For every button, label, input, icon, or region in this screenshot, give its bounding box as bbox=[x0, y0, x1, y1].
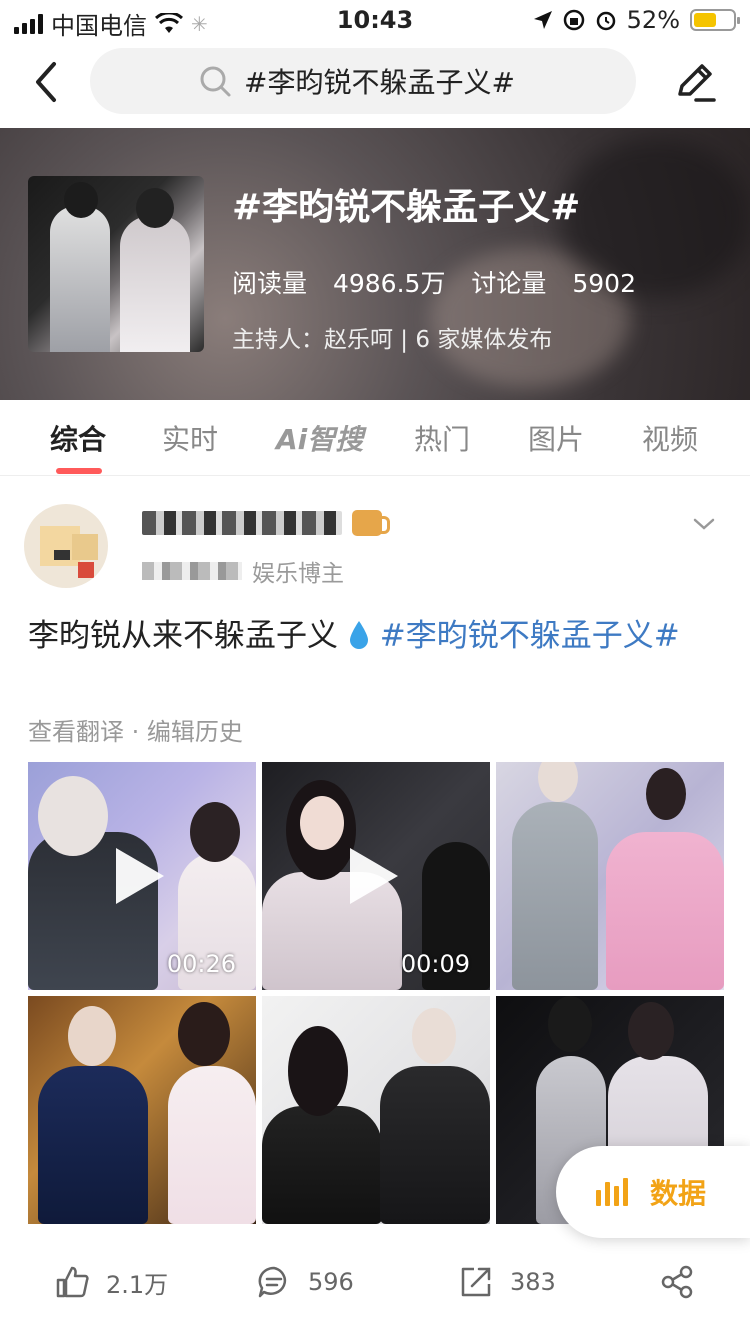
tab-images[interactable]: 图片 bbox=[528, 418, 584, 458]
tab-realtime[interactable]: 实时 bbox=[162, 418, 218, 458]
topic-title: #李昀锐不躲孟子义# bbox=[232, 187, 581, 228]
topic-cover-image[interactable] bbox=[28, 176, 204, 352]
tab-hot[interactable]: 热门 bbox=[414, 418, 470, 458]
thumbs-up-icon bbox=[56, 1266, 89, 1298]
play-icon bbox=[116, 848, 164, 904]
search-query: #李昀锐不躲孟子义# bbox=[244, 66, 515, 99]
topic-host[interactable]: 主持人：赵乐呵 | 6 家媒体发布 bbox=[232, 320, 552, 354]
battery-percent: 52% bbox=[626, 6, 680, 34]
tab-ai-search[interactable]: Ai智搜 bbox=[276, 418, 363, 458]
data-button-label: 数据 bbox=[650, 1177, 707, 1210]
media-image-4[interactable] bbox=[28, 996, 256, 1224]
tab-overall[interactable]: 综合 bbox=[50, 418, 106, 458]
rotation-lock-icon bbox=[563, 9, 584, 31]
user-subtitle: 娱乐博主 bbox=[142, 554, 344, 588]
location-arrow-icon bbox=[533, 11, 552, 29]
sweat-drop-emoji bbox=[349, 621, 368, 649]
data-button[interactable]: 数据 bbox=[556, 1146, 750, 1238]
media-video-1[interactable]: 00:26 bbox=[28, 762, 256, 990]
status-bar: 中国电信 ✳ 10:43 52% bbox=[0, 0, 750, 40]
topic-banner: #李昀锐不躲孟子义# 阅读量 4986.5万 讨论量 5902 主持人：赵乐呵 … bbox=[0, 128, 750, 400]
post-actions: 2.1万 596 383 bbox=[0, 1254, 750, 1314]
hashtag-link[interactable]: #李昀锐不躲孟子义# bbox=[380, 618, 680, 654]
repost-count: 383 bbox=[510, 1268, 556, 1296]
repost-button[interactable]: 383 bbox=[458, 1264, 556, 1300]
like-button[interactable]: 2.1万 bbox=[54, 1264, 168, 1300]
avatar[interactable] bbox=[24, 504, 108, 588]
comment-bubble-icon bbox=[258, 1266, 287, 1298]
video-duration: 00:26 bbox=[166, 950, 236, 978]
comment-count: 596 bbox=[308, 1268, 354, 1296]
media-video-2[interactable]: 00:09 bbox=[262, 762, 490, 990]
username-pixelated[interactable] bbox=[142, 510, 390, 536]
video-duration: 00:09 bbox=[400, 950, 470, 978]
vip-cup-icon bbox=[352, 510, 390, 536]
post-text: 李昀锐从来不躲孟子义 #李昀锐不躲孟子义# bbox=[28, 610, 728, 662]
play-icon bbox=[350, 848, 398, 904]
comment-button[interactable]: 596 bbox=[256, 1264, 354, 1300]
chevron-down-icon[interactable] bbox=[692, 512, 716, 536]
post-card: 娱乐博主 李昀锐从来不躲孟子义 #李昀锐不躲孟子义# 查看翻译 · 编辑历史 0… bbox=[0, 476, 750, 1334]
alarm-icon bbox=[596, 11, 615, 31]
post-body: 李昀锐从来不躲孟子义 bbox=[28, 618, 338, 654]
bar-chart-icon bbox=[596, 1178, 628, 1206]
discuss-count: 讨论量 5902 bbox=[471, 269, 636, 298]
like-count: 2.1万 bbox=[106, 1270, 169, 1299]
battery-icon bbox=[690, 9, 740, 31]
active-tab-indicator bbox=[56, 468, 102, 474]
tab-videos[interactable]: 视频 bbox=[642, 418, 698, 458]
topic-stats: 阅读量 4986.5万 讨论量 5902 bbox=[232, 264, 636, 300]
tab-bar: 综合 实时 Ai智搜 热门 图片 视频 bbox=[0, 400, 750, 476]
share-nodes-icon[interactable] bbox=[660, 1264, 696, 1300]
media-image-3[interactable] bbox=[496, 762, 724, 990]
share-arrow-icon bbox=[461, 1267, 491, 1297]
post-meta[interactable]: 查看翻译 · 编辑历史 bbox=[28, 712, 243, 747]
media-image-5[interactable] bbox=[262, 996, 490, 1224]
search-icon bbox=[200, 66, 231, 97]
back-arrow-icon[interactable] bbox=[26, 56, 70, 108]
top-nav: #李昀锐不躲孟子义# bbox=[0, 44, 750, 122]
read-count: 阅读量 4986.5万 bbox=[232, 269, 446, 298]
search-bar[interactable]: #李昀锐不躲孟子义# bbox=[90, 48, 636, 114]
user-role-label: 娱乐博主 bbox=[252, 561, 344, 587]
edit-pencil-icon[interactable] bbox=[672, 58, 718, 104]
